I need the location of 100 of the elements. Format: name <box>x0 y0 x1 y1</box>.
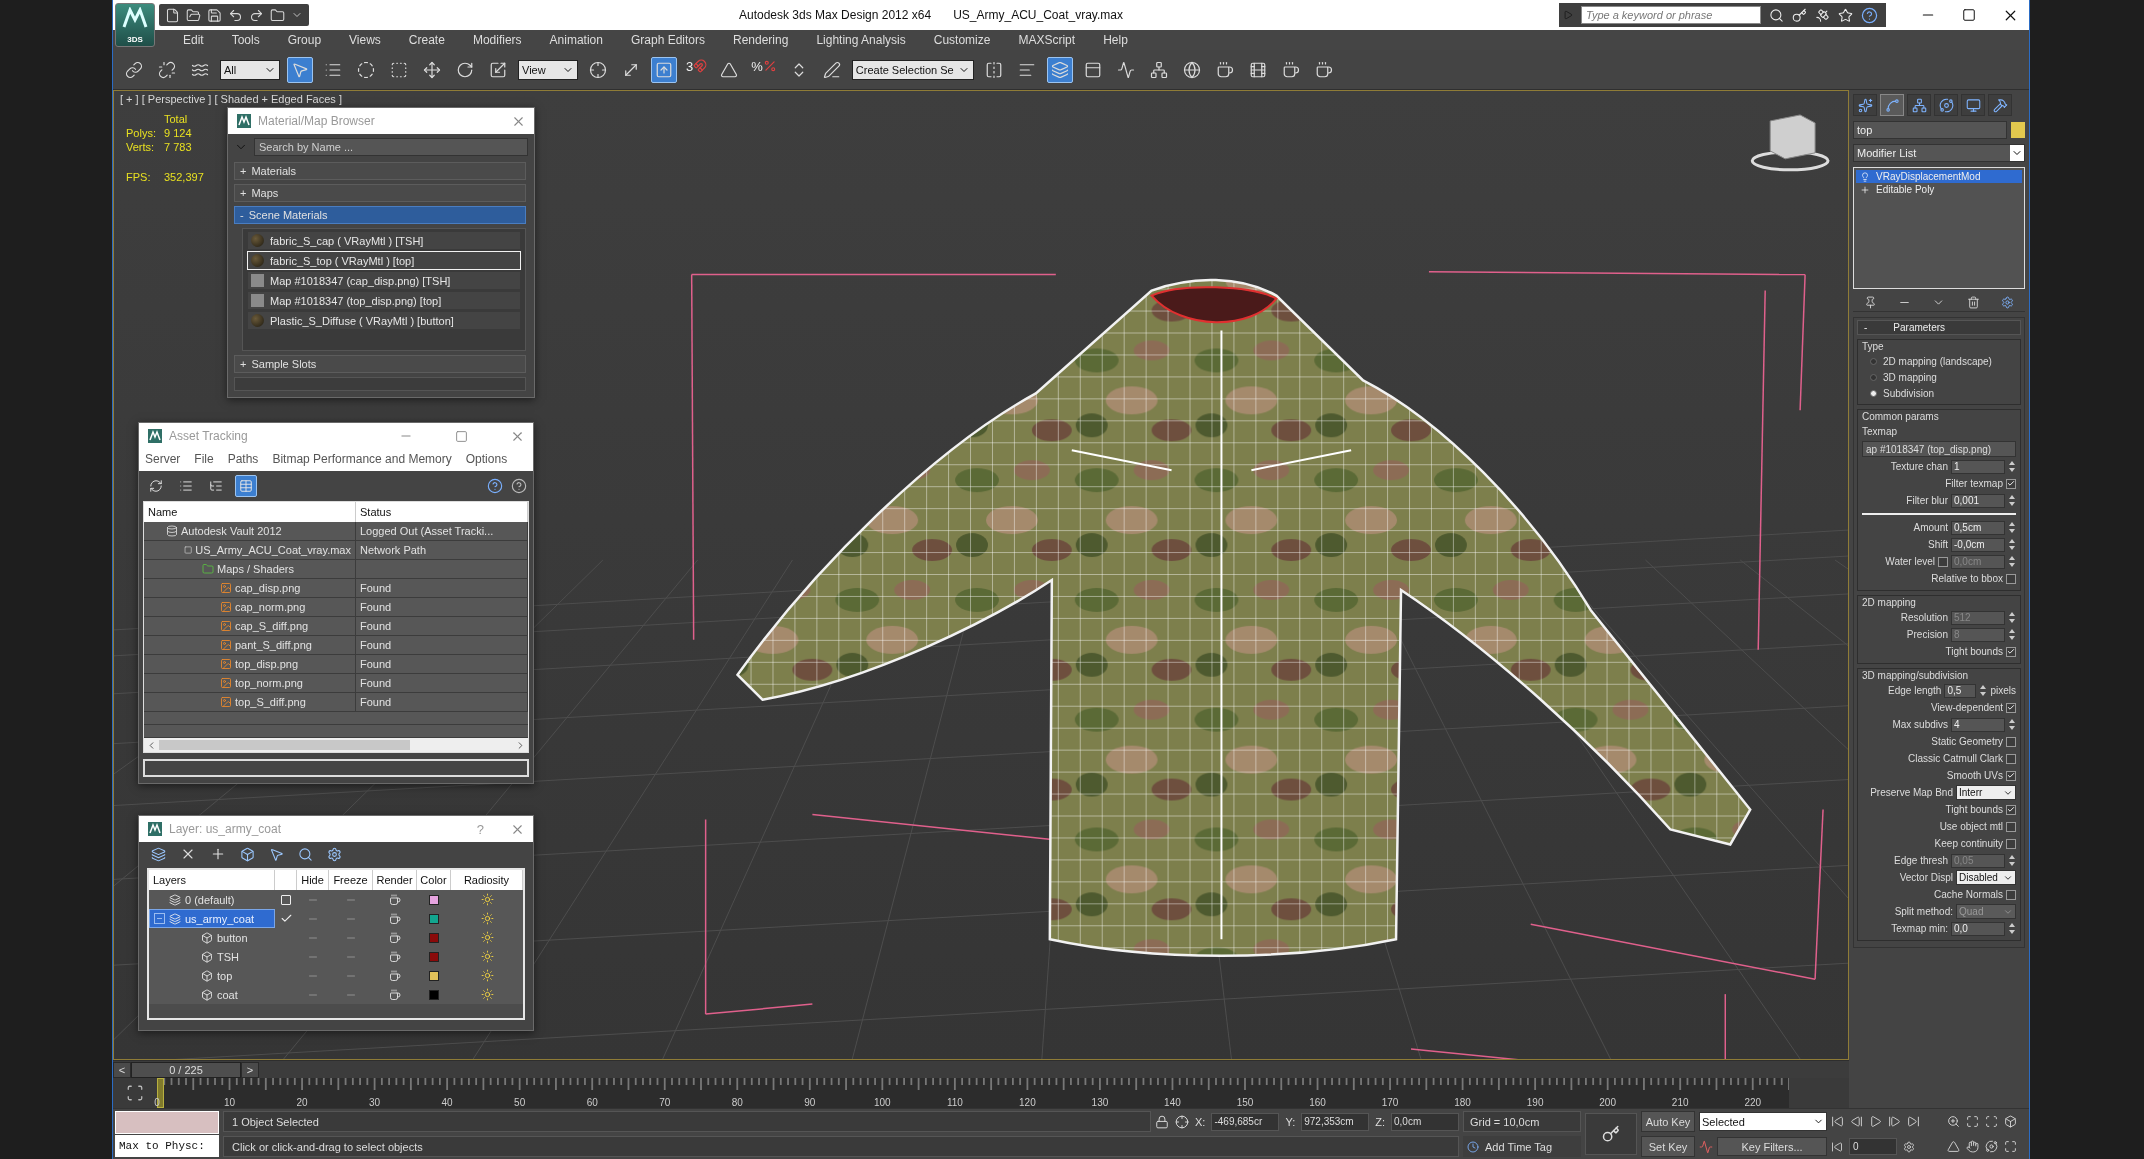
layer-name[interactable]: us_army_coat <box>149 909 275 928</box>
key-mode-icon[interactable] <box>1831 1140 1843 1153</box>
menu-item[interactable]: Bitmap Performance and Memory <box>272 452 452 466</box>
menu-item[interactable]: Tools <box>217 33 274 47</box>
key-icon[interactable] <box>1792 7 1807 23</box>
teapot-icon[interactable] <box>389 969 401 982</box>
display-tab[interactable] <box>1961 94 1985 116</box>
radio-button[interactable] <box>1870 389 1877 397</box>
go-to-end-icon[interactable] <box>1907 1115 1920 1128</box>
radiosity-icon[interactable] <box>480 988 494 1001</box>
object-color-swatch[interactable] <box>2011 122 2025 138</box>
coordinate-field[interactable]: 0,0cm <box>1391 1112 1459 1131</box>
delete-icon[interactable] <box>1966 296 1980 309</box>
toolbar-dropdown[interactable]: Create Selection Se <box>851 59 974 80</box>
scrollbar-thumb[interactable] <box>159 740 410 750</box>
previous-frame-button[interactable]: < <box>113 1062 131 1078</box>
checkbox[interactable] <box>2006 478 2016 489</box>
spinner-field[interactable]: -0,0cm <box>1951 537 2005 552</box>
checkbox[interactable] <box>2006 838 2016 849</box>
pan-icon[interactable] <box>1966 1140 1979 1153</box>
radio-button[interactable] <box>1870 373 1877 381</box>
key-filters-button[interactable]: Key Filters... <box>1717 1137 1827 1156</box>
auto-key-button[interactable]: Auto Key <box>1641 1111 1695 1132</box>
menu-item[interactable]: Customize <box>919 33 1005 47</box>
modify-tab[interactable] <box>1880 94 1904 116</box>
star-icon[interactable] <box>1838 7 1853 23</box>
spinner-field[interactable]: 1 <box>1951 459 2005 474</box>
help-icon[interactable] <box>1861 6 1878 24</box>
time-slider-thumb[interactable]: 0 / 225 <box>131 1062 241 1078</box>
current-frame-field[interactable]: 0 <box>1849 1138 1897 1155</box>
set-key-mode-button[interactable]: Set Key <box>1641 1136 1695 1157</box>
menu-item[interactable]: Graph Editors <box>616 33 719 47</box>
menu-item[interactable]: Paths <box>227 452 259 466</box>
menu-item[interactable]: File <box>194 452 214 466</box>
radiosity-icon[interactable] <box>480 931 494 944</box>
percent-snap-button[interactable]: % <box>749 56 779 83</box>
keyboard-override-icon[interactable] <box>651 56 677 83</box>
orbit-icon[interactable] <box>1985 1140 1998 1153</box>
stack-item[interactable]: Editable Poly <box>1856 183 2022 196</box>
project-folder-icon[interactable] <box>270 7 285 23</box>
magnet-button[interactable]: 3 <box>684 56 710 83</box>
material-item[interactable]: fabric_S_top ( VRayMtl ) [top] <box>247 251 521 270</box>
spinner-arrows-icon[interactable] <box>2008 538 2016 551</box>
path-field[interactable] <box>143 759 529 777</box>
new-file-icon[interactable] <box>165 7 180 23</box>
checkbox[interactable] <box>2006 736 2016 747</box>
texmap-button[interactable]: ap #1018347 (top_disp.png) <box>1862 441 2016 457</box>
teapot-icon[interactable] <box>389 931 401 944</box>
search-field[interactable]: Search by Name ... <box>254 138 528 156</box>
collapse-icon[interactable] <box>154 913 165 924</box>
menu-item[interactable]: Group <box>273 33 336 47</box>
zoom-extents-icon[interactable] <box>1966 1115 1979 1128</box>
layer-color-swatch[interactable] <box>429 913 439 924</box>
radiosity-icon[interactable] <box>480 969 494 982</box>
material-item[interactable]: Plastic_S_Diffuse ( VRayMtl ) [button] <box>247 311 521 330</box>
time-configuration-icon[interactable] <box>1903 1140 1915 1153</box>
group-header[interactable]: + Materials <box>234 162 526 180</box>
hammer-tab[interactable] <box>1988 94 2012 116</box>
spinner-arrows-icon[interactable] <box>2008 555 2016 568</box>
hierarchy-tab[interactable] <box>1907 94 1931 116</box>
menu-item[interactable]: Help <box>1089 33 1142 47</box>
checkbox[interactable] <box>2006 753 2016 764</box>
teapot-icon[interactable] <box>389 912 401 925</box>
viewport-label[interactable]: [ + ] [ Perspective ] [ Shaded + Edged Faces ] <box>120 93 342 105</box>
viewcube-icon[interactable] <box>1750 114 1830 172</box>
search-icon[interactable] <box>1769 7 1784 23</box>
dropdown[interactable]: Interr <box>1956 785 2016 800</box>
group-header[interactable]: + Sample Slots <box>234 355 526 373</box>
spinner-arrows-icon[interactable] <box>2008 494 2016 507</box>
menu-item[interactable]: Modifiers <box>458 33 536 47</box>
pin-icon[interactable] <box>1863 296 1877 309</box>
spinner-arrows-icon[interactable] <box>2008 922 2016 935</box>
spinner-arrows-icon[interactable] <box>2008 611 2016 624</box>
rollout-header[interactable]: - Parameters <box>1857 320 2021 335</box>
layers-icon[interactable] <box>1046 56 1073 83</box>
radiosity-icon[interactable] <box>480 950 494 963</box>
menu-item[interactable]: Animation <box>535 33 617 47</box>
menu-item[interactable]: Server <box>145 452 181 466</box>
checkbox[interactable] <box>2006 646 2016 657</box>
layer-color-swatch[interactable] <box>429 932 439 943</box>
spinner-arrows-icon[interactable] <box>2008 628 2016 641</box>
spinner-field[interactable]: 0,5 <box>1944 683 1977 698</box>
lock-icon[interactable] <box>1155 1114 1169 1129</box>
play-icon[interactable] <box>1869 1115 1882 1128</box>
checkbox[interactable] <box>2006 702 2016 713</box>
expand-icon[interactable] <box>1860 184 1870 195</box>
current-layer-checkmark-icon[interactable] <box>279 912 293 925</box>
create-tab[interactable] <box>1853 94 1877 116</box>
spinner-arrows-icon[interactable] <box>2008 460 2016 473</box>
material-item[interactable]: Map #1018347 (top_disp.png) [top] <box>247 291 521 310</box>
table-view-icon[interactable] <box>235 475 257 497</box>
current-layer-checkbox[interactable] <box>281 894 291 905</box>
menu-item[interactable]: Create <box>394 33 459 47</box>
help-icon[interactable] <box>511 478 527 494</box>
zoom-icon[interactable] <box>1947 1115 1960 1128</box>
teapot-icon[interactable] <box>389 988 401 1001</box>
layer-color-swatch[interactable] <box>429 894 439 905</box>
select-objects-icon[interactable] <box>240 846 255 862</box>
select-layer-icon[interactable] <box>269 846 284 862</box>
spinner-arrows-icon[interactable] <box>2008 521 2016 534</box>
